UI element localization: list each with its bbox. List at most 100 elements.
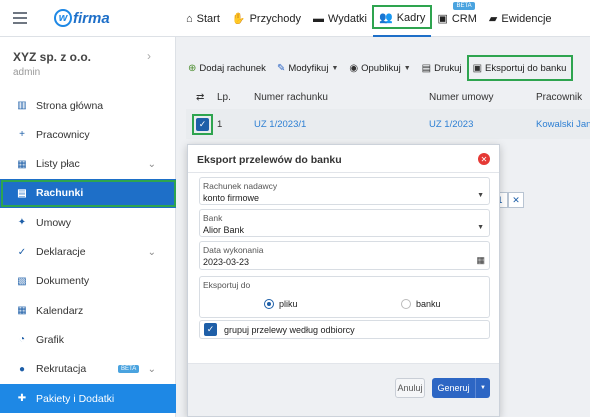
sidebar: XYZ sp. z o.o. admin › ▥ Strona główna + Pr… xyxy=(0,37,176,417)
home-icon: ⌂ xyxy=(186,12,193,25)
sender-account-label: Rachunek nadawcy xyxy=(203,181,278,191)
folder-icon: ▰ xyxy=(488,13,498,25)
money-icon: ▣ xyxy=(472,62,483,74)
sidebar-item-strona-główna[interactable]: ▥ Strona główna xyxy=(0,91,176,120)
bank-value: Alior Bank xyxy=(203,225,245,235)
nav-label: Przychody xyxy=(249,12,301,25)
cell-contract-link[interactable]: UZ 1/2023 xyxy=(429,119,536,130)
wfirma-logo[interactable]: w firma xyxy=(54,7,110,29)
nav-label: CRM xyxy=(451,12,477,25)
sidebar-item-dokumenty[interactable]: ▧ Dokumenty xyxy=(0,267,176,296)
col-employee[interactable]: Pracownik xyxy=(536,92,590,103)
eye-icon: ◉ xyxy=(349,62,359,74)
nav-kadry[interactable]: 👥 Kadry xyxy=(371,0,433,37)
publish-label: Opublikuj xyxy=(361,62,401,74)
chevron-down-icon[interactable]: ⌄ xyxy=(148,159,156,170)
radio-bank[interactable]: banku xyxy=(401,299,441,309)
radio-file-label: pliku xyxy=(279,299,298,309)
sidebar-item-kalendarz[interactable]: ▦ Kalendarz xyxy=(0,296,176,325)
modal-title: Eksport przelewów do banku xyxy=(197,154,342,166)
generate-label: Generuj xyxy=(437,383,470,393)
sender-account-value: konto firmowe xyxy=(203,193,260,203)
puzzle-icon: ✚ xyxy=(17,393,27,404)
nav-crm[interactable]: ▣ CRM BETA xyxy=(431,0,482,37)
chevron-right-icon[interactable]: › xyxy=(147,49,151,63)
sidebar-item-pakiety-i-dodatki[interactable]: ✚ Pakiety i Dodatki xyxy=(0,384,176,413)
users-icon: 👥 xyxy=(378,12,393,24)
close-icon[interactable]: ✕ xyxy=(478,153,490,165)
modify-label: Modyfikuj xyxy=(288,62,329,74)
cell-number-link[interactable]: UZ 1/2023/1 xyxy=(252,119,429,130)
receipt-icon: ▤ xyxy=(17,187,27,199)
chart-icon: ▥ xyxy=(17,100,27,111)
bank-select[interactable]: Bank Alior Bank ▼ xyxy=(199,209,490,237)
clock-icon: ◔ xyxy=(18,334,26,346)
sidebar-item-rekrutacja[interactable]: ● Rekrutacja BETA ⌄ xyxy=(0,355,176,384)
calendar-icon[interactable]: ▦ xyxy=(476,255,485,266)
cancel-button[interactable]: Anuluj xyxy=(395,378,425,398)
caret-down-icon: ▼ xyxy=(477,192,484,199)
col-contract[interactable]: Numer umowy xyxy=(429,92,536,103)
radio-file-dot[interactable] xyxy=(264,299,274,309)
execution-date-label: Data wykonania xyxy=(203,245,264,255)
beta-badge: BETA xyxy=(118,365,140,374)
row-checkbox[interactable]: ✓ xyxy=(192,113,213,135)
table-header: ⇄ Lp. Numer rachunku Numer umowy Pracown… xyxy=(186,86,590,109)
hamburger-menu-icon[interactable] xyxy=(13,12,27,24)
add-invoice-button[interactable]: ⊕ Dodaj rachunek xyxy=(186,57,268,79)
print-button[interactable]: ▤ Drukuj xyxy=(420,57,464,79)
execution-date-input[interactable]: Data wykonania 2023-03-23 ▦ xyxy=(199,241,490,270)
company-name[interactable]: XYZ sp. z o.o. xyxy=(13,50,91,64)
sidebar-item-label: Pracownicy xyxy=(36,128,90,141)
sidebar-item-grafik[interactable]: ◔ Grafik xyxy=(0,325,176,354)
chevron-down-icon[interactable]: ⌄ xyxy=(148,247,156,258)
export-modal: Eksport przelewów do banku ✕ Rachunek na… xyxy=(187,144,500,417)
group-by-recipient[interactable]: ✓ grupuj przelewy według odbiorcy xyxy=(199,320,490,339)
sidebar-item-listy-płac[interactable]: ▦ Listy płac ⌄ xyxy=(0,150,176,179)
caret-down-icon[interactable]: ▼ xyxy=(476,385,490,391)
nav-start[interactable]: ⌂ Start xyxy=(180,0,226,37)
calculator-icon: ▦ xyxy=(17,158,27,170)
clear-icon[interactable]: ✕ xyxy=(508,192,524,208)
sort-icon[interactable]: ⇄ xyxy=(186,92,213,103)
col-number[interactable]: Numer rachunku xyxy=(252,92,429,103)
radio-file[interactable]: pliku xyxy=(264,299,298,309)
main-nav: ⌂ Start ✋ Przychody ▬ Wydatki 👥 Kadry ▣ CRM BETA ▰ E… xyxy=(180,0,558,37)
id-card-icon: ▣ xyxy=(437,13,448,25)
col-lp[interactable]: Lp. xyxy=(213,92,252,103)
user-plus-icon: + xyxy=(19,129,25,141)
printer-icon: ▤ xyxy=(421,62,432,74)
sidebar-item-label: Umowy xyxy=(36,216,72,229)
sidebar-item-deklaracje[interactable]: ✓ Deklaracje ⌄ xyxy=(0,238,176,267)
sidebar-item-label: Kalendarz xyxy=(36,304,84,317)
group-checkbox[interactable]: ✓ xyxy=(204,323,217,336)
sidebar-item-label: Dokumenty xyxy=(36,275,90,288)
chevron-down-icon[interactable]: ⌄ xyxy=(148,364,156,375)
sender-account-select[interactable]: Rachunek nadawcy konto firmowe ▼ xyxy=(199,177,490,205)
nav-wydatki[interactable]: ▬ Wydatki xyxy=(307,0,373,37)
cell-employee-link[interactable]: Kowalski Jan xyxy=(536,119,590,130)
calendar-icon: ▦ xyxy=(17,305,27,317)
sidebar-item-pracownicy[interactable]: + Pracownicy xyxy=(0,120,176,149)
generate-button[interactable]: Generuj ▼ xyxy=(432,378,490,398)
nav-label: Wydatki xyxy=(327,12,367,25)
sidebar-item-label: Rachunki xyxy=(36,187,84,200)
export-target-label: Eksportuj do xyxy=(203,280,251,290)
nav-przychody[interactable]: ✋ Przychody xyxy=(226,0,307,37)
caret-down-icon: ▼ xyxy=(403,64,411,72)
modify-button[interactable]: ✎ Modyfikuj ▼ xyxy=(275,57,340,79)
sidebar-item-rachunki[interactable]: ▤ Rachunki xyxy=(0,178,176,208)
export-target-group: Eksportuj do pliku banku xyxy=(199,276,490,318)
sidebar-item-umowy[interactable]: ✦ Umowy xyxy=(0,208,176,237)
publish-button[interactable]: ◉ Opublikuj ▼ xyxy=(347,57,412,79)
export-to-bank-button[interactable]: ▣ Eksportuj do banku xyxy=(466,55,574,81)
nav-label: Start xyxy=(196,12,220,25)
radio-bank-dot[interactable] xyxy=(401,299,411,309)
clipboard-check-icon: ✓ xyxy=(17,246,27,258)
divider xyxy=(188,172,499,173)
sidebar-item-label: Pakiety i Dodatki xyxy=(36,392,115,405)
nav-ewidencje[interactable]: ▰ Ewidencje xyxy=(483,0,558,37)
edit-icon: ✎ xyxy=(276,62,286,74)
sidebar-item-label: Listy płac xyxy=(36,158,80,171)
table-row[interactable]: ✓ 1 UZ 1/2023/1 UZ 1/2023 Kowalski Jan xyxy=(186,109,590,139)
